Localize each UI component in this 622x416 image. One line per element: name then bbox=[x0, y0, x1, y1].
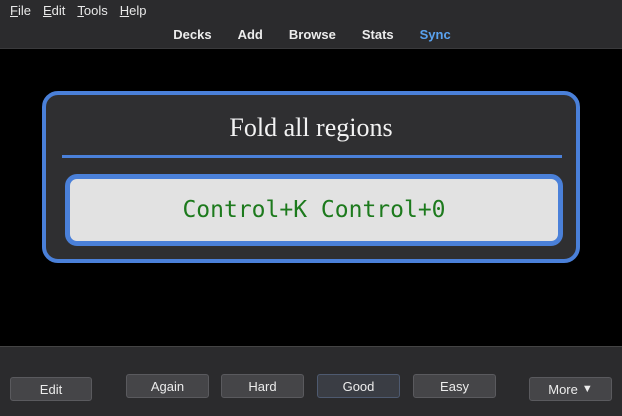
flashcard: Fold all regions Control+K Control+0 bbox=[42, 91, 580, 263]
more-button[interactable]: More ▼ bbox=[529, 377, 612, 401]
menu-tools[interactable]: Tools bbox=[77, 3, 107, 18]
menu-help[interactable]: Help bbox=[120, 3, 147, 18]
review-area: Fold all regions Control+K Control+0 bbox=[0, 49, 622, 346]
again-button[interactable]: Again bbox=[126, 374, 209, 398]
decks-link[interactable]: Decks bbox=[173, 27, 211, 42]
top-toolbar: Decks Add Browse Stats Sync bbox=[0, 20, 622, 49]
caret-down-icon: ▼ bbox=[581, 383, 593, 395]
more-button-label: More bbox=[548, 381, 578, 397]
menu-file[interactable]: File bbox=[10, 3, 31, 18]
hard-button[interactable]: Hard bbox=[221, 374, 304, 398]
menu-edit[interactable]: Edit bbox=[43, 3, 65, 18]
card-question: Fold all regions bbox=[229, 113, 393, 142]
sync-link[interactable]: Sync bbox=[420, 27, 451, 42]
good-button[interactable]: Good bbox=[317, 374, 400, 398]
easy-button[interactable]: Easy bbox=[413, 374, 496, 398]
card-divider bbox=[62, 155, 562, 158]
edit-button[interactable]: Edit bbox=[10, 377, 92, 401]
card-answer: Control+K Control+0 bbox=[182, 197, 446, 223]
add-link[interactable]: Add bbox=[238, 27, 263, 42]
browse-link[interactable]: Browse bbox=[289, 27, 336, 42]
bottom-bar: Edit Again Hard Good Easy More ▼ bbox=[0, 346, 622, 416]
stats-link[interactable]: Stats bbox=[362, 27, 394, 42]
answer-box: Control+K Control+0 bbox=[65, 174, 563, 246]
menu-bar: File Edit Tools Help bbox=[0, 0, 622, 20]
